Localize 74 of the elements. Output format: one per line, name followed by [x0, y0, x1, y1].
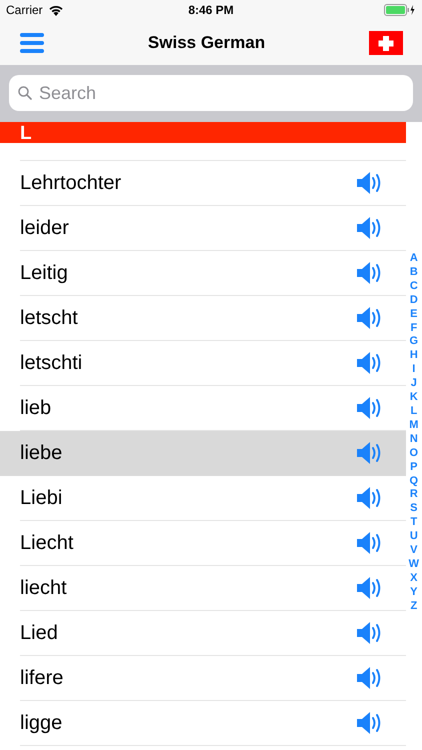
word-row[interactable]: liebe	[0, 431, 406, 476]
index-letter[interactable]: S	[410, 502, 418, 516]
wifi-icon	[48, 4, 64, 16]
word-label: Liecht	[20, 532, 74, 554]
index-letter[interactable]: F	[410, 322, 418, 336]
word-label: letschti	[20, 352, 82, 374]
word-row[interactable]: Liebi	[0, 476, 406, 521]
carrier-label: Carrier	[6, 3, 43, 17]
speaker-icon[interactable]	[356, 666, 382, 690]
word-row[interactable]: leider	[0, 206, 406, 251]
search-field[interactable]: Search	[9, 75, 413, 111]
index-letter[interactable]: C	[410, 280, 418, 294]
search-icon	[18, 86, 32, 100]
nav-title: Swiss German	[148, 32, 266, 52]
word-label: liebe	[20, 442, 62, 464]
index-letter[interactable]: K	[410, 391, 418, 405]
word-label: letscht	[20, 306, 78, 330]
word-row[interactable]: Leitig	[0, 251, 406, 296]
speaker-icon[interactable]	[356, 351, 382, 375]
index-letter[interactable]: G	[410, 335, 418, 350]
index-letter[interactable]: A	[410, 252, 418, 266]
word-row[interactable]: liecht	[0, 566, 406, 611]
speaker-icon[interactable]	[356, 261, 382, 285]
swiss-flag-icon[interactable]	[368, 30, 403, 54]
index-letter[interactable]: N	[410, 432, 418, 447]
speaker-icon[interactable]	[356, 171, 382, 195]
word-row[interactable]: ligge	[0, 701, 406, 746]
index-letter[interactable]: Q	[410, 474, 418, 488]
index-letter[interactable]: O	[410, 446, 418, 461]
word-label: lifere	[20, 666, 64, 690]
word-row[interactable]: Lied	[0, 611, 406, 656]
section-header: L	[0, 122, 406, 143]
word-label: Lehrtochter	[20, 172, 122, 194]
index-letter[interactable]: H	[410, 349, 418, 364]
word-row[interactable]: Lehrtochter	[0, 161, 406, 206]
word-label: Leitig	[20, 262, 68, 284]
index-letter[interactable]: Z	[410, 600, 418, 614]
word-label: ligge	[20, 712, 62, 734]
speaker-icon[interactable]	[356, 306, 382, 330]
index-letter[interactable]: W	[408, 558, 419, 572]
index-letter[interactable]: Y	[410, 586, 418, 600]
index-letter[interactable]: D	[410, 294, 418, 308]
index-letter[interactable]: L	[410, 404, 418, 419]
index-letter[interactable]: M	[409, 418, 418, 433]
index-letter[interactable]: J	[410, 377, 417, 392]
index-letter[interactable]: X	[410, 572, 418, 586]
word-row[interactable]: lifere	[0, 656, 406, 701]
word-row[interactable]: Liecht	[0, 521, 406, 566]
speaker-icon[interactable]	[356, 531, 382, 555]
speaker-icon[interactable]	[356, 576, 382, 600]
word-label: leider	[20, 216, 69, 240]
speaker-icon[interactable]	[356, 216, 382, 240]
clock-time: 8:46 PM	[187, 3, 235, 17]
index-letter[interactable]: V	[410, 544, 418, 558]
menu-icon[interactable]	[20, 32, 44, 54]
speaker-icon[interactable]	[356, 441, 382, 465]
word-label: liecht	[20, 576, 67, 600]
speaker-icon[interactable]	[356, 396, 382, 420]
word-label: lieb	[20, 396, 52, 420]
speaker-icon[interactable]	[356, 711, 382, 735]
index-letter[interactable]: R	[410, 488, 418, 502]
index-letter[interactable]: B	[410, 266, 418, 280]
word-label: Lied	[20, 622, 58, 644]
battery-icon	[384, 4, 416, 16]
speaker-icon[interactable]	[356, 486, 382, 510]
word-row[interactable]: letschti	[0, 341, 406, 386]
index-letter[interactable]: I	[412, 363, 416, 378]
word-label: Liebi	[20, 486, 62, 510]
word-row[interactable]: letscht	[0, 296, 406, 341]
index-letter[interactable]: E	[410, 308, 418, 322]
speaker-icon[interactable]	[356, 621, 382, 645]
index-letter[interactable]: T	[410, 516, 418, 530]
index-letter[interactable]: U	[410, 530, 418, 544]
index-letter[interactable]: P	[410, 460, 418, 474]
